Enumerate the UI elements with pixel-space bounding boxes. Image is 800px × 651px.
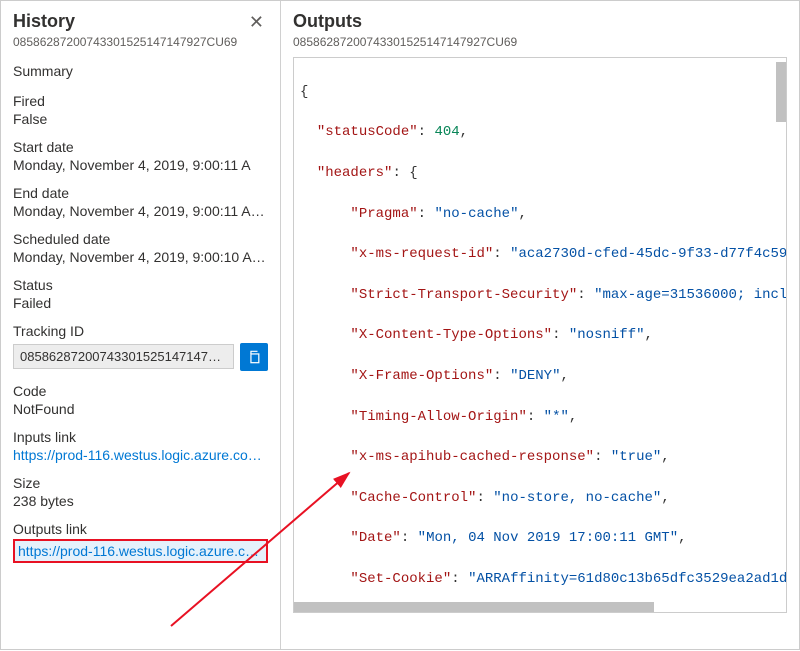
json-request-id: aca2730d-cfed-45dc-9f33-d77f4c59138f bbox=[518, 246, 787, 262]
code-value: NotFound bbox=[13, 401, 268, 417]
outputs-json-view[interactable]: { "statusCode": 404, "headers": { "Pragm… bbox=[293, 57, 787, 613]
scrollbar-horizontal[interactable] bbox=[294, 602, 654, 612]
json-xfo: DENY bbox=[518, 368, 552, 384]
json-statuscode: 404 bbox=[434, 124, 459, 140]
copy-icon bbox=[247, 350, 261, 364]
fired-label: Fired bbox=[13, 93, 268, 109]
json-cookie: ARRAffinity=61d80c13b65dfc3529ea2ad1da4d… bbox=[476, 571, 787, 587]
json-date: Mon, 04 Nov 2019 17:00:11 GMT bbox=[426, 530, 670, 546]
summary-heading: Summary bbox=[13, 63, 268, 79]
history-title: History bbox=[13, 11, 237, 33]
history-pane: History 08586287200743301525147147927CU6… bbox=[1, 1, 281, 649]
copy-button[interactable] bbox=[240, 343, 268, 371]
outputs-title: Outputs bbox=[293, 11, 517, 33]
scheduled-date-label: Scheduled date bbox=[13, 231, 268, 247]
start-date-label: Start date bbox=[13, 139, 268, 155]
start-date-value: Monday, November 4, 2019, 9:00:11 A bbox=[13, 157, 268, 173]
status-label: Status bbox=[13, 277, 268, 293]
scheduled-date-value: Monday, November 4, 2019, 9:00:10 A… bbox=[13, 249, 268, 265]
end-date-label: End date bbox=[13, 185, 268, 201]
json-sts: max-age=31536000; includeSub bbox=[602, 287, 787, 303]
json-tao: * bbox=[552, 409, 560, 425]
status-value: Failed bbox=[13, 295, 268, 311]
size-value: 238 bytes bbox=[13, 493, 268, 509]
tracking-id-field[interactable]: 085862872007433015251471479… bbox=[13, 344, 234, 369]
outputs-pane: Outputs 08586287200743301525147147927CU6… bbox=[281, 1, 799, 649]
inputs-link-label: Inputs link bbox=[13, 429, 268, 445]
json-xcto: nosniff bbox=[577, 327, 636, 343]
size-label: Size bbox=[13, 475, 268, 491]
outputs-link-label: Outputs link bbox=[13, 521, 268, 537]
fired-value: False bbox=[13, 111, 268, 127]
outputs-run-id: 08586287200743301525147147927CU69 bbox=[293, 35, 517, 49]
code-label: Code bbox=[13, 383, 268, 399]
scrollbar-vertical[interactable] bbox=[776, 62, 786, 122]
inputs-link[interactable]: https://prod-116.westus.logic.azure.co… bbox=[13, 447, 268, 463]
tracking-id-label: Tracking ID bbox=[13, 323, 268, 339]
json-cached: true bbox=[619, 449, 653, 465]
history-run-id: 08586287200743301525147147927CU69 bbox=[13, 35, 237, 49]
json-pragma: no-cache bbox=[443, 206, 510, 222]
outputs-link[interactable]: https://prod-116.westus.logic.azure.co… bbox=[13, 539, 268, 563]
close-icon[interactable]: ✕ bbox=[245, 11, 268, 33]
json-cc: no-store, no-cache bbox=[502, 490, 653, 506]
end-date-value: Monday, November 4, 2019, 9:00:11 A… bbox=[13, 203, 268, 219]
json-clen: 170 bbox=[510, 612, 535, 613]
